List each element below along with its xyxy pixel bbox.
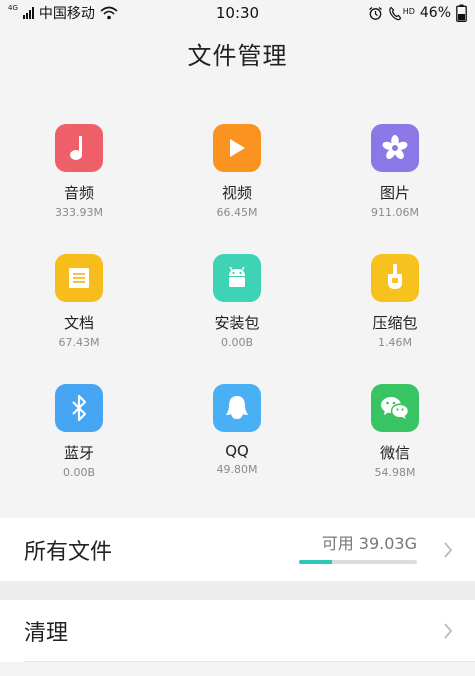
storage-available: 可用 39.03G xyxy=(321,534,417,553)
storage-bar xyxy=(299,560,417,564)
wechat-icon xyxy=(371,384,419,432)
network-type: 4G xyxy=(8,4,18,12)
category-documents[interactable]: 文档 67.43M xyxy=(0,226,158,356)
tile-label: 安装包 xyxy=(214,314,260,332)
tile-label: 音频 xyxy=(63,184,94,202)
chevron-right-icon xyxy=(444,542,453,558)
play-icon xyxy=(213,124,261,172)
all-files-label: 所有文件 xyxy=(24,540,113,565)
page-title: 文件管理 xyxy=(187,41,288,70)
document-icon xyxy=(55,254,103,302)
tile-size: 49.80M xyxy=(216,463,258,476)
section-divider xyxy=(0,581,475,601)
category-images[interactable]: 图片 911.06M xyxy=(316,96,474,226)
category-wechat[interactable]: 微信 54.98M xyxy=(316,356,474,486)
category-archives[interactable]: 压缩包 1.46M xyxy=(316,226,474,356)
page-header: 文件管理 xyxy=(0,26,475,80)
volte-label: HD xyxy=(402,7,415,16)
category-apks[interactable]: 安装包 0.00B xyxy=(158,226,316,356)
category-video[interactable]: 视频 66.45M xyxy=(158,96,316,226)
hd-call-icon xyxy=(388,6,401,20)
storage-summary: 可用 39.03G xyxy=(299,530,417,564)
tile-size: 54.98M xyxy=(374,466,416,479)
category-qq[interactable]: QQ 49.80M xyxy=(158,356,316,486)
tile-label: 压缩包 xyxy=(372,314,418,332)
android-icon xyxy=(213,254,261,302)
alarm-icon xyxy=(368,6,382,20)
tile-label: 视频 xyxy=(221,184,252,202)
carrier-name: 中国移动 xyxy=(38,6,95,22)
tile-size: 911.06M xyxy=(371,206,419,219)
status-bar: 4G 中国移动 10:30 HD 46% xyxy=(0,0,475,26)
tile-label: 蓝牙 xyxy=(63,444,94,462)
battery-icon xyxy=(456,4,467,22)
tile-size: 66.45M xyxy=(216,206,258,219)
tile-label: QQ xyxy=(225,442,249,460)
tile-label: 图片 xyxy=(379,184,410,202)
category-audio[interactable]: 音频 333.93M xyxy=(0,96,158,226)
tile-label: 微信 xyxy=(379,444,410,462)
music-note-icon xyxy=(55,124,103,172)
zip-icon xyxy=(371,254,419,302)
chevron-right-icon xyxy=(444,623,453,639)
category-grid: 音频 333.93M 视频 66.45M 图片 911.06M 文档 67.43… xyxy=(0,96,475,486)
tile-size: 333.93M xyxy=(55,206,103,219)
all-files-row[interactable]: 所有文件 可用 39.03G xyxy=(0,518,475,582)
storage-fill xyxy=(299,560,333,564)
battery-percent: 46% xyxy=(419,5,451,21)
cleanup-label: 清理 xyxy=(24,621,69,646)
tile-size: 67.43M xyxy=(58,336,100,349)
tile-size: 1.46M xyxy=(378,336,412,349)
tile-size: 0.00B xyxy=(220,336,254,349)
signal-icon xyxy=(22,7,34,19)
category-bluetooth[interactable]: 蓝牙 0.00B xyxy=(0,356,158,486)
tile-size: 0.00B xyxy=(62,466,96,479)
bluetooth-icon xyxy=(55,384,103,432)
cleanup-row[interactable]: 清理 xyxy=(0,600,475,662)
divider xyxy=(24,661,475,662)
qq-penguin-icon xyxy=(213,384,261,432)
tile-label: 文档 xyxy=(63,314,94,332)
flower-icon xyxy=(371,124,419,172)
wifi-icon xyxy=(100,6,118,20)
